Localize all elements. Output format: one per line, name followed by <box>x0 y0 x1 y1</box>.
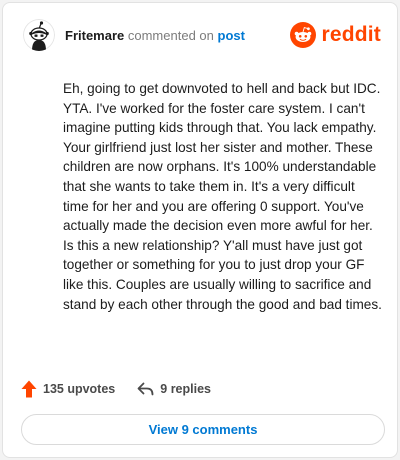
replies-count: 9 replies <box>160 382 211 396</box>
snoo-avatar-icon <box>23 19 55 51</box>
comment-actions: 135 upvotes 9 replies <box>21 379 211 399</box>
avatar[interactable] <box>23 19 55 51</box>
replies-button[interactable]: 9 replies <box>137 382 211 396</box>
upvote-button[interactable]: 135 upvotes <box>21 380 115 398</box>
upvote-arrow-icon <box>21 380 37 398</box>
username-link[interactable]: Fritemare <box>65 28 124 43</box>
comment-attribution: Fritemare commented on post <box>65 28 245 43</box>
post-link[interactable]: post <box>218 28 245 43</box>
action-text: commented on <box>127 28 214 43</box>
reply-arrow-icon <box>137 382 154 396</box>
upvote-count: 135 upvotes <box>43 382 116 396</box>
reddit-snoo-icon <box>290 22 317 48</box>
comment-header: Fritemare commented on post reddit <box>23 19 381 51</box>
reddit-wordmark: reddit <box>321 23 381 46</box>
comment-body: Eh, going to get downvoted to hell and b… <box>63 81 382 312</box>
comment-card: Fritemare commented on post reddit Eh, g… <box>2 2 398 458</box>
view-comments-button[interactable]: View 9 comments <box>21 414 385 445</box>
reddit-logo[interactable]: reddit <box>290 19 381 51</box>
